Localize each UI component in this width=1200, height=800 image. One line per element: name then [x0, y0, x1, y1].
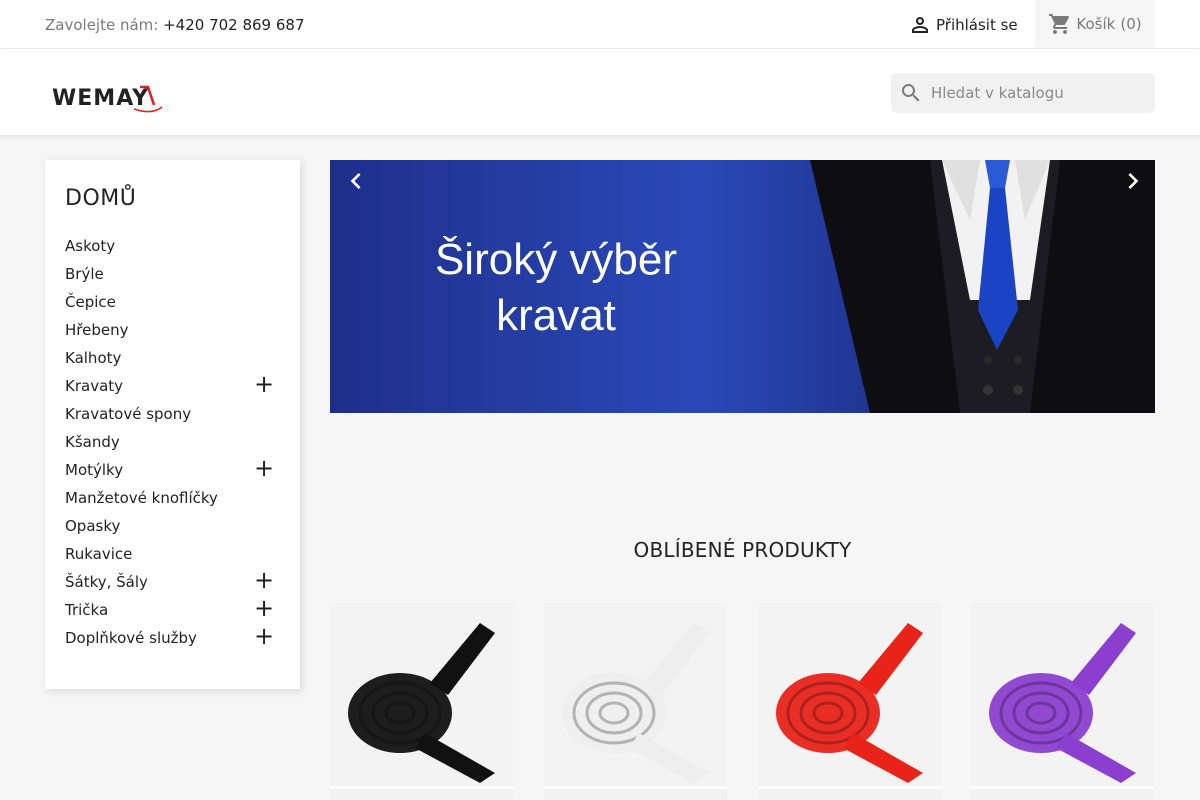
- category-label: Čepice: [65, 293, 116, 311]
- category-label: Kalhoty: [65, 349, 122, 367]
- category-item[interactable]: Opasky: [65, 512, 280, 540]
- tie-image: [330, 603, 513, 786]
- product-card[interactable]: [758, 603, 941, 800]
- product-card[interactable]: [544, 603, 727, 800]
- category-sidebar: DOMŮ Askoty Brýle Čepice Hřebeny Kalhoty Krav…: [45, 160, 300, 689]
- category-label: Doplňkové služby: [65, 629, 197, 647]
- category-label: Hřebeny: [65, 321, 129, 339]
- chevron-right-icon[interactable]: [1117, 165, 1149, 197]
- category-item[interactable]: Kšandy: [65, 428, 280, 456]
- product-info-strip: [330, 789, 513, 800]
- cart-count: (0): [1120, 15, 1142, 33]
- category-label: Kšandy: [65, 433, 120, 451]
- cart-label: Košík: [1076, 15, 1116, 33]
- tie-image: [544, 603, 727, 786]
- tie-image: [971, 603, 1154, 786]
- shopping-cart-icon: [1049, 14, 1070, 34]
- category-list: Askoty Brýle Čepice Hřebeny Kalhoty Kravaty + K…: [65, 232, 280, 652]
- search-input[interactable]: [931, 84, 1146, 102]
- login-label: Přihlásit se: [936, 16, 1018, 34]
- contact-label: Zavolejte nám:: [45, 16, 159, 34]
- product-card[interactable]: [330, 603, 513, 800]
- login-link[interactable]: Přihlásit se: [908, 14, 1018, 36]
- product-image[interactable]: [330, 603, 513, 786]
- expand-plus-icon[interactable]: +: [254, 624, 274, 648]
- category-label: Kravatové spony: [65, 405, 192, 423]
- cart-button[interactable]: Košík (0): [1035, 0, 1155, 48]
- category-label: Šátky, Šály: [65, 573, 148, 591]
- featured-products-title: OBLÍBENÉ PRODUKTY: [633, 538, 852, 562]
- hero-banner[interactable]: Široký výběr kravat: [330, 160, 1155, 413]
- product-image[interactable]: [544, 603, 727, 786]
- sidebar-title[interactable]: DOMŮ: [65, 186, 136, 211]
- banner-headline: Široký výběr kravat: [416, 232, 696, 344]
- category-item[interactable]: Kravatové spony: [65, 400, 280, 428]
- category-label: Brýle: [65, 265, 104, 283]
- category-item[interactable]: Kravaty +: [65, 372, 280, 400]
- category-item[interactable]: Čepice: [65, 288, 280, 316]
- category-item[interactable]: Motýlky +: [65, 456, 280, 484]
- category-label: Trička: [65, 601, 109, 619]
- category-label: Rukavice: [65, 545, 133, 563]
- expand-plus-icon[interactable]: +: [254, 568, 274, 592]
- header: WEMAY: [0, 49, 1200, 135]
- product-info-strip: [758, 789, 941, 800]
- category-item[interactable]: Trička +: [65, 596, 280, 624]
- category-item[interactable]: Brýle: [65, 260, 280, 288]
- product-card[interactable]: [971, 603, 1154, 800]
- user-icon: [912, 17, 928, 33]
- expand-plus-icon[interactable]: +: [254, 372, 274, 396]
- category-label: Kravaty: [65, 377, 124, 395]
- expand-plus-icon[interactable]: +: [254, 596, 274, 620]
- search-icon[interactable]: [899, 81, 923, 105]
- svg-text:WEMAY: WEMAY: [52, 86, 149, 111]
- product-info-strip: [544, 789, 727, 800]
- phone-link[interactable]: +420 702 869 687: [163, 16, 304, 34]
- category-label: Opasky: [65, 517, 121, 535]
- category-label: Manžetové knoflíčky: [65, 489, 218, 507]
- category-item[interactable]: Manžetové knoflíčky: [65, 484, 280, 512]
- tie-image: [758, 603, 941, 786]
- banner-line-2: kravat: [496, 291, 616, 340]
- category-item[interactable]: Askoty: [65, 232, 280, 260]
- chevron-left-icon[interactable]: [340, 165, 372, 197]
- category-item[interactable]: Rukavice: [65, 540, 280, 568]
- product-info-strip: [971, 789, 1154, 800]
- product-image[interactable]: [758, 603, 941, 786]
- category-item[interactable]: Doplňkové služby +: [65, 624, 280, 652]
- contact-info: Zavolejte nám: +420 702 869 687: [45, 16, 305, 34]
- top-bar: Zavolejte nám: +420 702 869 687 Přihlási…: [0, 0, 1200, 49]
- category-item[interactable]: Šátky, Šály +: [65, 568, 280, 596]
- category-item[interactable]: Hřebeny: [65, 316, 280, 344]
- search-box: [891, 73, 1155, 113]
- expand-plus-icon[interactable]: +: [254, 456, 274, 480]
- category-label: Motýlky: [65, 461, 124, 479]
- wemay-logo[interactable]: WEMAY: [52, 83, 197, 115]
- banner-line-1: Široký výběr: [434, 235, 678, 284]
- category-item[interactable]: Kalhoty: [65, 344, 280, 372]
- category-label: Askoty: [65, 237, 116, 255]
- product-image[interactable]: [971, 603, 1154, 786]
